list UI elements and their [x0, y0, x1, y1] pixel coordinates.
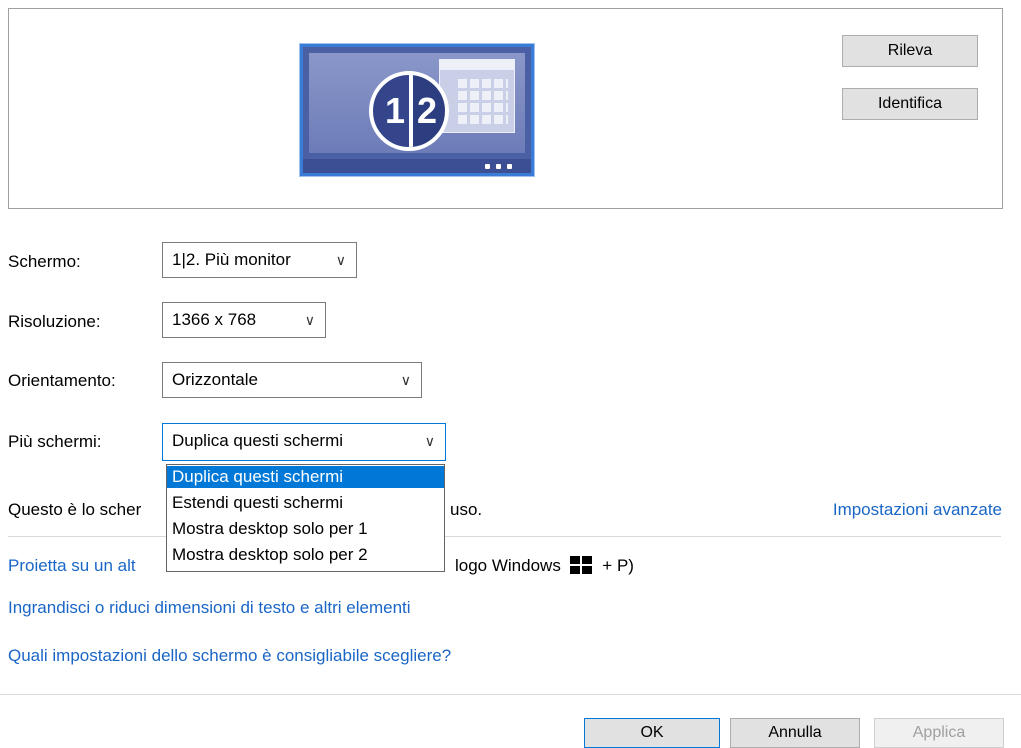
resolution-select-value: 1366 x 768 [172, 310, 257, 329]
main-display-text-start: Questo è lo scher [8, 500, 142, 519]
orientation-select-value: Orizzontale [172, 370, 258, 389]
identify-button[interactable]: Identifica [842, 88, 978, 120]
project-link-start[interactable]: Proietta su un alt [8, 555, 136, 577]
separator [8, 536, 1001, 537]
resolution-label: Risoluzione: [8, 312, 101, 331]
project-link-end[interactable]: logo Windows + P) [455, 555, 634, 577]
resolution-select[interactable]: 1366 x 768 ∨ [162, 302, 326, 338]
dropdown-option[interactable]: Mostra desktop solo per 1 [167, 518, 444, 540]
dropdown-option[interactable]: Mostra desktop solo per 2 [167, 544, 444, 566]
taskbar-dot [496, 164, 501, 169]
advanced-settings-link[interactable]: Impostazioni avanzate [833, 499, 1002, 521]
display-select[interactable]: 1|2. Più monitor ∨ [162, 242, 357, 278]
dropdown-option[interactable]: Duplica questi schermi [167, 466, 444, 488]
taskbar-dot [485, 164, 490, 169]
multiple-displays-select-value: Duplica questi schermi [172, 431, 344, 450]
detect-button[interactable]: Rileva [842, 35, 978, 67]
monitor-number-left: 1 [385, 90, 406, 131]
chevron-down-icon: ∨ [400, 372, 411, 388]
orientation-label: Orientamento: [8, 371, 116, 390]
project-link-shortcut: + P) [602, 556, 634, 575]
chevron-down-icon: ∨ [424, 433, 435, 449]
monitor-taskbar [303, 159, 531, 173]
chevron-down-icon: ∨ [304, 312, 315, 328]
monitor-illustration[interactable]: 1 2 [300, 44, 534, 176]
project-link-logo-text: logo Windows [455, 556, 561, 575]
multiple-displays-label: Più schermi: [8, 432, 102, 451]
dropdown-option[interactable]: Estendi questi schermi [167, 492, 444, 514]
text-size-link[interactable]: Ingrandisci o riduci dimensioni di testo… [8, 597, 411, 619]
display-label: Schermo: [8, 252, 81, 271]
orientation-select[interactable]: Orizzontale ∨ [162, 362, 422, 398]
monitor-number-badge: 1 2 [369, 71, 449, 151]
monitor-number-right: 2 [417, 90, 438, 131]
window-grid-icon [439, 59, 515, 133]
which-settings-link[interactable]: Quali impostazioni dello schermo è consi… [8, 645, 451, 667]
separator [0, 694, 1021, 695]
main-display-text-end: uso. [450, 500, 483, 519]
cancel-button[interactable]: Annulla [730, 718, 860, 748]
display-select-value: 1|2. Più monitor [172, 250, 291, 269]
chevron-down-icon: ∨ [335, 252, 346, 268]
apply-button: Applica [874, 718, 1004, 748]
multiple-displays-select[interactable]: Duplica questi schermi ∨ [162, 423, 446, 461]
taskbar-dot [507, 164, 512, 169]
windows-logo-icon [569, 556, 592, 574]
multiple-displays-dropdown-list: Duplica questi schermi Estendi questi sc… [166, 464, 445, 572]
ok-button[interactable]: OK [584, 718, 720, 748]
